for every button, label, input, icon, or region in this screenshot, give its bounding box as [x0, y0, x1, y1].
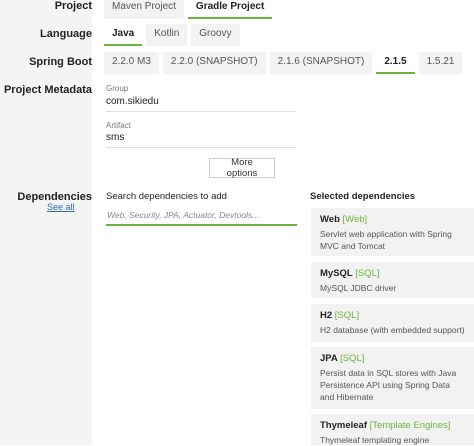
dependency-tag: [Template Engines] — [369, 420, 451, 431]
option-maven-project[interactable]: Maven Project — [104, 0, 184, 19]
dependency-name: JPA — [320, 353, 338, 364]
artifact-field-underline — [106, 147, 296, 148]
dependency-name: Web — [320, 214, 340, 225]
option-boot-2-1-5[interactable]: 2.1.5 — [376, 52, 415, 74]
group-field-underline — [106, 111, 296, 112]
dependency-name: MySQL — [320, 268, 353, 279]
search-dependencies-input[interactable] — [106, 206, 297, 226]
option-boot-2-2-0-m3[interactable]: 2.2.0 M3 — [104, 52, 159, 74]
dependency-tag: [Web] — [342, 214, 368, 225]
option-java[interactable]: Java — [104, 24, 143, 46]
dependency-name: H2 — [320, 310, 333, 321]
spring-boot-label: Spring Boot — [29, 56, 92, 68]
option-boot-1-5-21[interactable]: 1.5.21 — [418, 52, 463, 74]
group-field[interactable]: com.sikiedu — [106, 96, 159, 107]
dependency-card-jpa[interactable]: JPA [SQL] Persist data in SQL stores wit… — [311, 347, 474, 409]
dependency-card-h2[interactable]: H2 [SQL] H2 database (with embedded supp… — [311, 304, 474, 342]
dependency-description: Thymeleaf templating engine — [320, 435, 430, 445]
spring-boot-options: 2.2.0 M3 2.2.0 (SNAPSHOT) 2.1.6 (SNAPSHO… — [104, 52, 463, 74]
option-kotlin[interactable]: Kotlin — [146, 24, 188, 46]
dependency-description: MySQL JDBC driver — [320, 283, 397, 293]
dependency-card-mysql[interactable]: MySQL [SQL] MySQL JDBC driver — [311, 262, 474, 298]
see-all-link[interactable]: See all — [47, 202, 75, 212]
dependency-tag: [SQL] — [334, 310, 360, 321]
language-label: Language — [40, 28, 92, 40]
dependency-tag: [SQL] — [355, 268, 380, 279]
option-boot-2-1-6-snapshot[interactable]: 2.1.6 (SNAPSHOT) — [269, 52, 373, 74]
dependency-tag: [SQL] — [340, 353, 365, 364]
dependency-name: Thymeleaf — [320, 420, 367, 431]
artifact-label: Artifact — [106, 121, 131, 130]
group-label: Group — [106, 84, 129, 93]
option-boot-2-2-0-snapshot[interactable]: 2.2.0 (SNAPSHOT) — [162, 52, 266, 74]
option-gradle-project[interactable]: Gradle Project — [187, 0, 273, 19]
dependency-card-thymeleaf[interactable]: Thymeleaf [Template Engines] Thymeleaf t… — [311, 414, 474, 445]
dependency-description: Servlet web application with Spring MVC … — [320, 229, 452, 251]
project-options: Maven Project Gradle Project — [104, 0, 273, 19]
dependency-card-web[interactable]: Web [Web] Servlet web application with S… — [311, 208, 474, 256]
search-dependencies-title: Search dependencies to add — [106, 191, 227, 202]
language-options: Java Kotlin Groovy — [104, 24, 240, 46]
project-metadata-label: Project Metadata — [3, 84, 92, 96]
option-groovy[interactable]: Groovy — [191, 24, 240, 46]
project-label: Project — [54, 0, 92, 12]
dependency-description: H2 database (with embedded support) — [320, 325, 465, 335]
artifact-field[interactable]: sms — [106, 132, 124, 143]
dependency-description: Persist data in SQL stores with Java Per… — [320, 368, 457, 402]
selected-dependencies-title: Selected dependencies — [310, 191, 416, 202]
more-options-button[interactable]: More options — [209, 157, 275, 179]
